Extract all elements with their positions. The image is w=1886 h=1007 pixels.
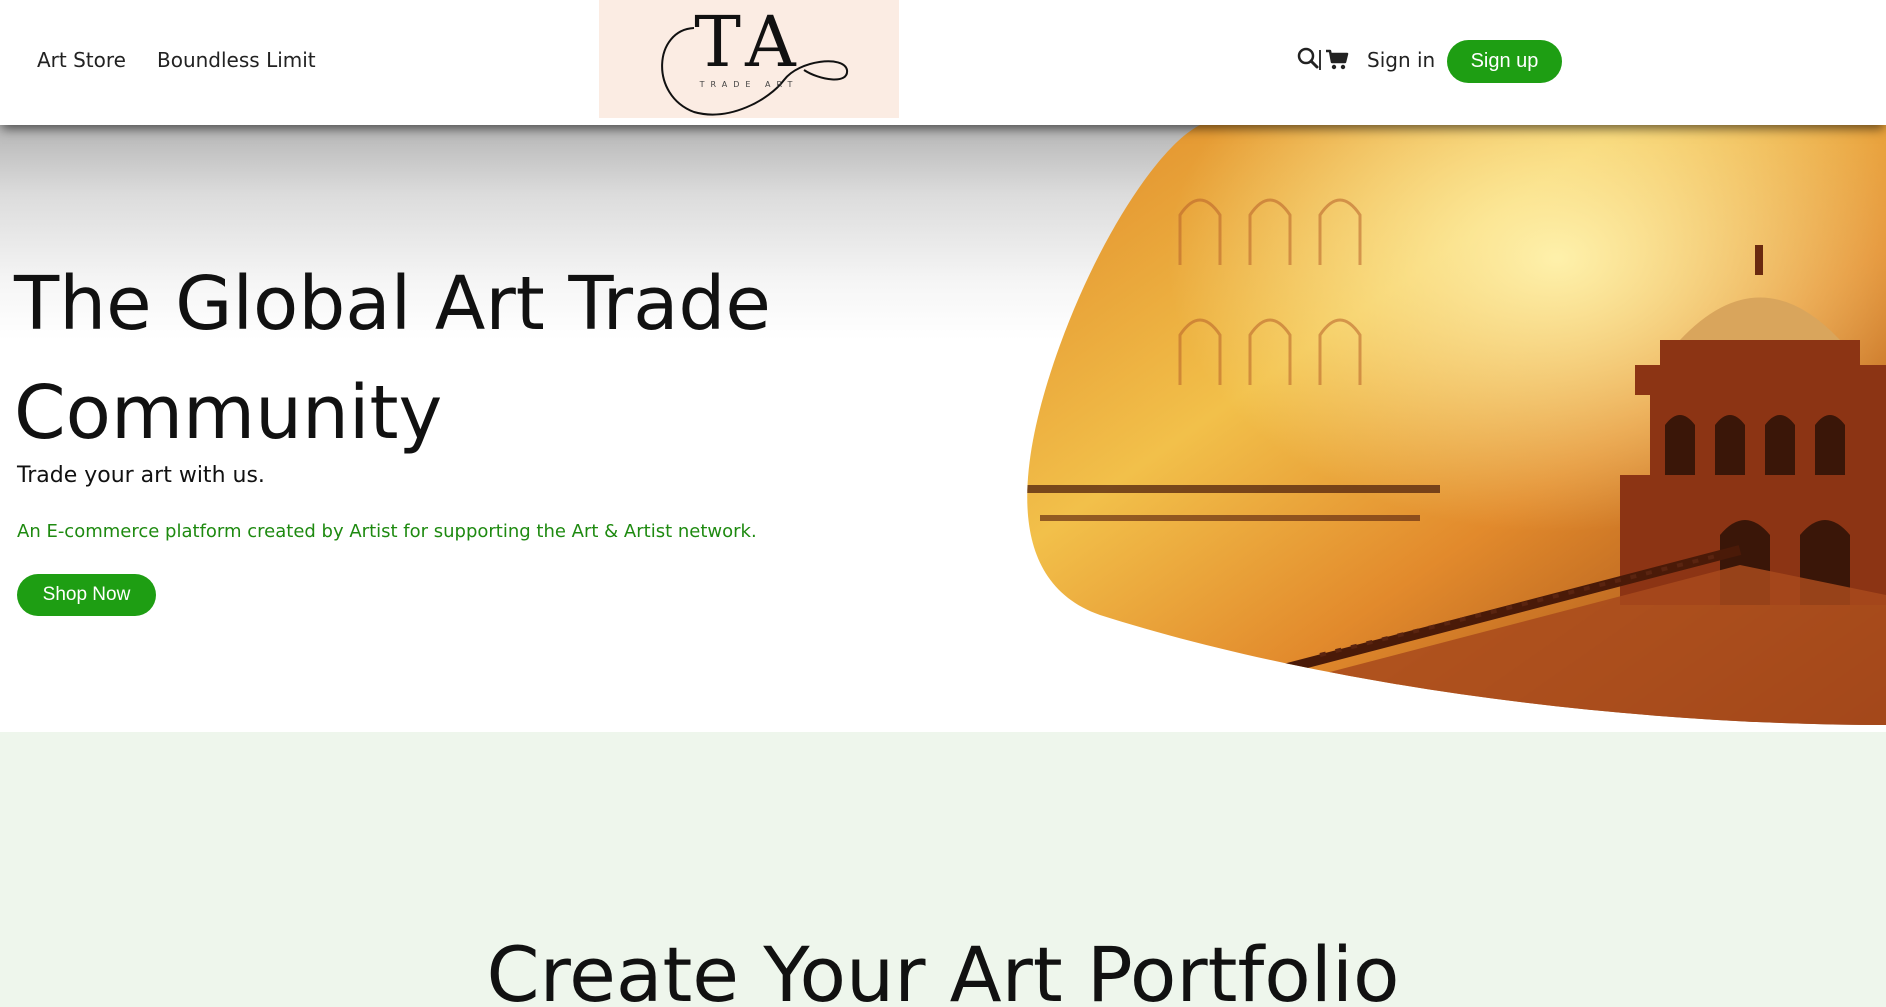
nav-link-art-store[interactable]: Art Store — [37, 48, 126, 72]
hero-painting-image — [1027, 125, 1886, 725]
hero-subtitle: Trade your art with us. — [17, 463, 265, 488]
logo-subtitle: TRADE ART — [699, 80, 799, 89]
shop-now-button[interactable]: Shop Now — [17, 574, 156, 616]
logo-letters: TA — [694, 1, 804, 83]
hero-description: An E-commerce platform created by Artist… — [17, 521, 757, 542]
hero-title: The Global Art Trade Community — [14, 261, 771, 456]
top-navigation-bar: Art Store Boundless Limit TA TRADE ART S… — [0, 0, 1886, 125]
cart-icon[interactable] — [1325, 49, 1349, 75]
sign-in-link[interactable]: Sign in — [1367, 48, 1435, 72]
portfolio-section: Create Your Art Portfolio — [0, 732, 1886, 1007]
portfolio-section-title: Create Your Art Portfolio — [486, 930, 1400, 1007]
sign-up-button[interactable]: Sign up — [1447, 40, 1562, 83]
search-icon[interactable] — [1297, 47, 1319, 73]
brand-logo[interactable]: TA TRADE ART — [599, 0, 899, 118]
icon-divider — [1319, 50, 1321, 70]
hero-section: The Global Art Trade Community Trade you… — [0, 125, 1886, 732]
nav-link-boundless-limit[interactable]: Boundless Limit — [157, 48, 316, 72]
